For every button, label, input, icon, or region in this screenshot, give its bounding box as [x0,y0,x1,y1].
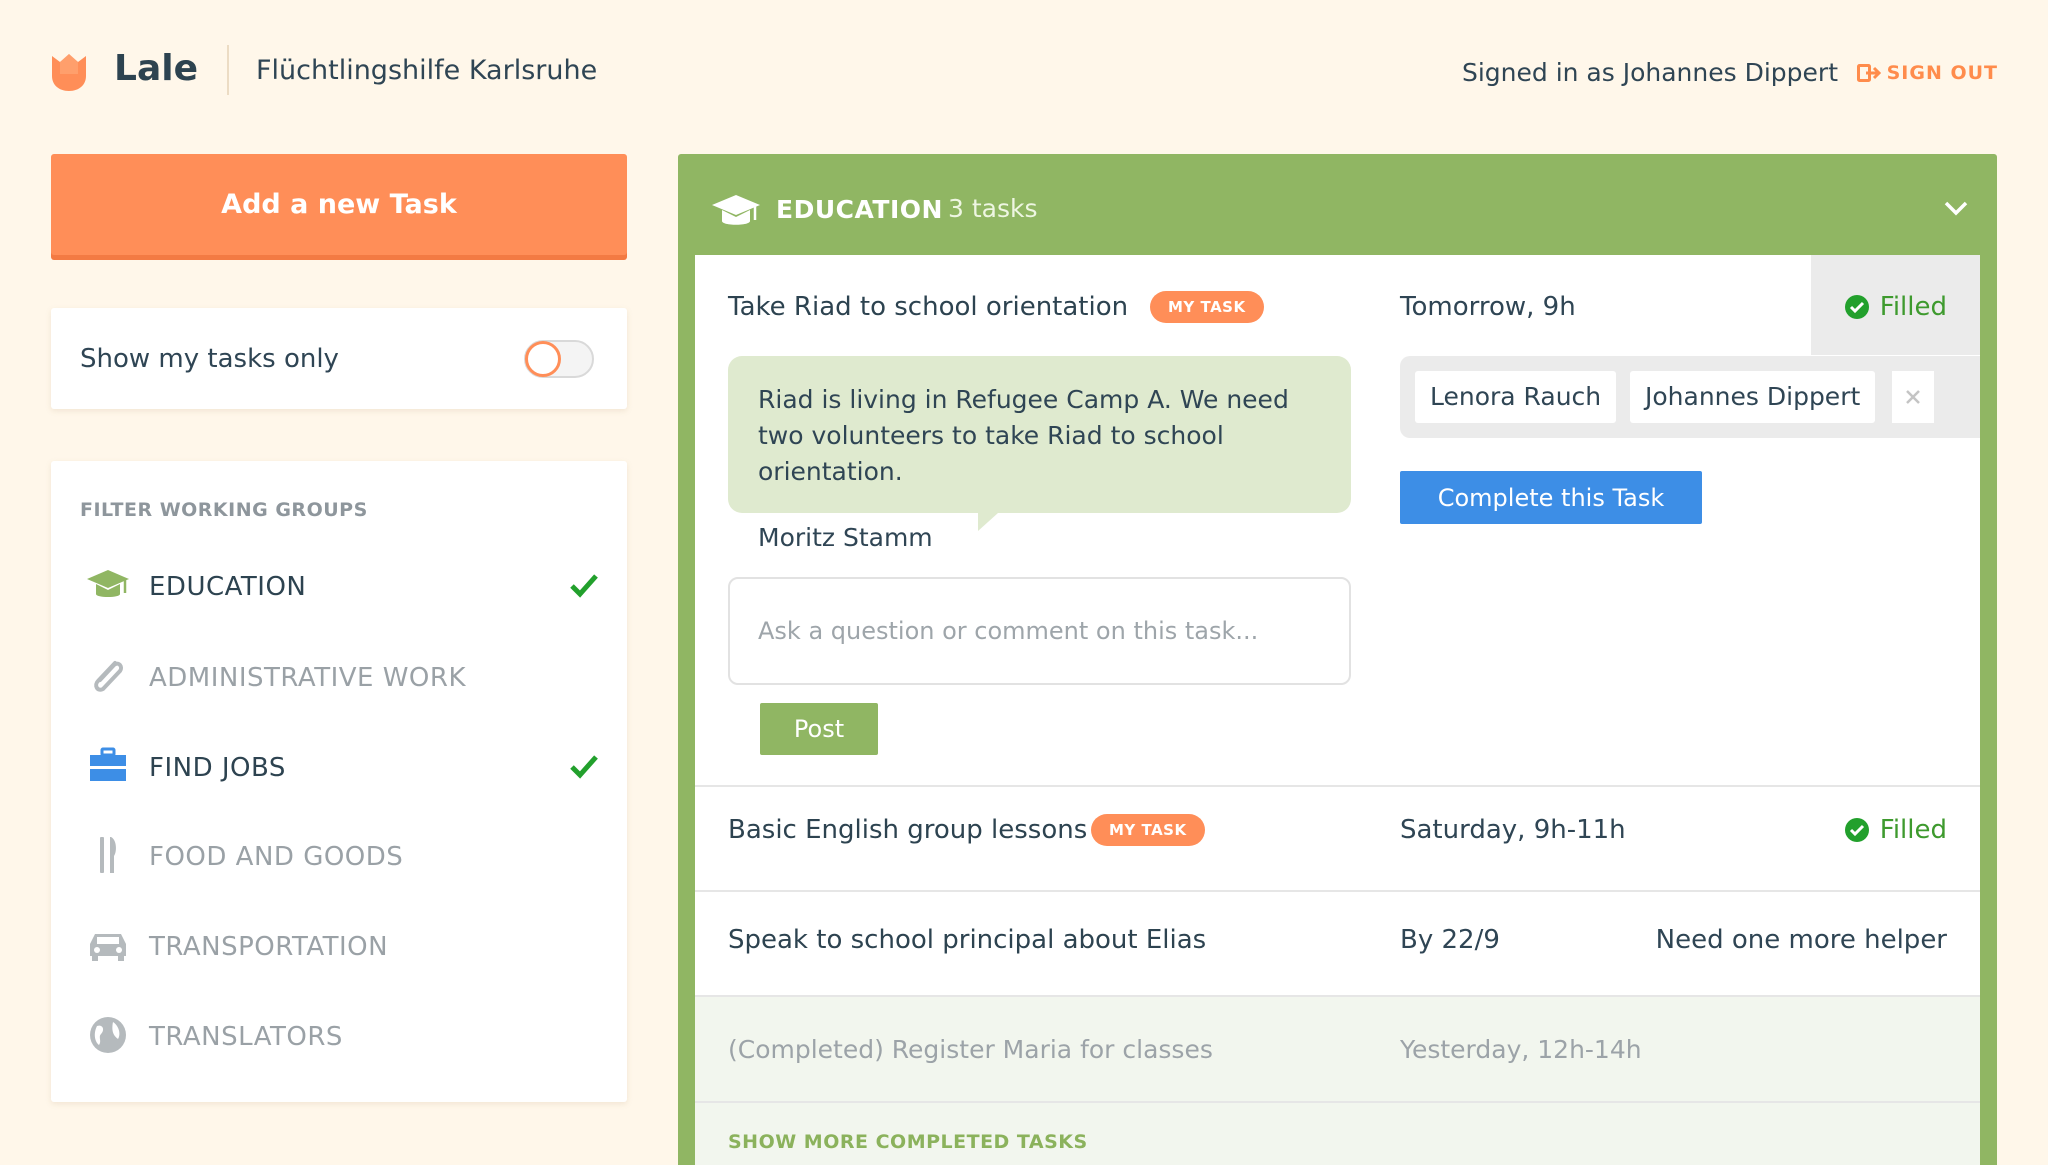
sign-out-label: SIGN OUT [1886,62,1998,84]
group-filter-education[interactable]: EDUCATION [51,550,627,620]
app-header: Lale Flüchtlingshilfe Karlsruhe Signed i… [0,0,2048,145]
working-groups-filter: FILTER WORKING GROUPS EDUCATION ADMINIST… [51,461,627,1102]
group-filter-translators[interactable]: TRANSLATORS [51,1000,627,1070]
group-label: EDUCATION [149,572,307,602]
task-list: Take Riad to school orientation MY TASK … [695,255,1980,1165]
task-count: 3 tasks [948,194,1038,223]
paperclip-icon [94,661,124,692]
status-need-helper: Need one more helper [1656,925,1947,955]
toggle-knob [525,341,561,377]
checkmark-icon [570,574,598,598]
bubble-tail [978,513,998,531]
helper-chip: Lenora Rauch [1415,371,1617,423]
sign-out-icon [1856,64,1881,82]
task-date: By 22/9 [1400,925,1500,955]
comment-input[interactable] [728,577,1351,685]
status-label: Filled [1879,292,1947,322]
add-task-button[interactable]: Add a new Task [51,154,627,255]
my-task-badge: MY TASK [1150,291,1264,323]
check-circle-icon [1844,295,1869,319]
group-label: TRANSLATORS [149,1022,343,1052]
graduation-cap-icon [87,570,129,597]
task-title[interactable]: Take Riad to school orientation [728,292,1128,322]
task-item[interactable]: Speak to school principal about Elias By… [695,892,1980,997]
post-comment-button[interactable]: Post [760,703,878,755]
group-filter-food-and-goods[interactable]: FOOD AND GOODS [51,820,627,890]
my-task-badge: MY TASK [1091,814,1205,846]
complete-task-button[interactable]: Complete this Task [1400,471,1702,524]
chevron-down-icon[interactable] [1943,198,1969,218]
sign-out-link[interactable]: SIGN OUT [1856,62,1998,84]
group-filter-administrative-work[interactable]: ADMINISTRATIVE WORK [51,641,627,711]
task-item-expanded: Take Riad to school orientation MY TASK … [695,255,1980,787]
briefcase-icon [90,747,126,781]
group-label: FOOD AND GOODS [149,842,404,872]
filter-title: FILTER WORKING GROUPS [80,499,368,521]
task-title: Basic English group lessons [728,815,1088,845]
organization-name: Flüchtlingshilfe Karlsruhe [256,55,598,86]
my-tasks-toggle-label: Show my tasks only [80,344,339,374]
graduation-cap-icon [712,195,760,225]
task-description-bubble: Riad is living in Refugee Camp A. We nee… [728,356,1351,531]
close-icon [1906,390,1920,404]
fork-knife-icon [100,837,116,873]
my-tasks-toggle[interactable] [524,340,594,378]
car-icon [90,934,126,961]
panel-title: EDUCATION [776,195,943,224]
status-filled: Filled [1844,292,1947,322]
signed-in-user: Signed in as Johannes Dippert [1461,58,1838,87]
task-description: Riad is living in Refugee Camp A. We nee… [758,385,1289,486]
helper-chip: Johannes Dippert [1630,371,1876,423]
check-circle-icon [1844,818,1869,842]
header-divider [227,45,229,95]
education-task-panel: EDUCATION 3 tasks Take Riad to school or… [678,154,1997,1165]
task-item[interactable]: Basic English group lessons MY TASK Satu… [695,787,1980,892]
group-label: ADMINISTRATIVE WORK [149,663,467,693]
status-label: Need one more helper [1655,925,1947,955]
task-date: Saturday, 9h-11h [1400,815,1626,845]
app-name[interactable]: Lale [114,48,198,89]
tulip-logo-icon [52,54,86,91]
task-author: Moritz Stamm [758,523,933,552]
globe-icon [90,1017,126,1053]
group-label: FIND JOBS [149,753,286,783]
my-tasks-filter-card: Show my tasks only [51,308,627,409]
status-filled: Filled [1844,815,1947,845]
group-label: TRANSPORTATION [149,932,389,962]
group-filter-transportation[interactable]: TRANSPORTATION [51,910,627,980]
task-date: Tomorrow, 9h [1400,292,1576,322]
status-label: Filled [1879,815,1947,845]
helpers-list: Lenora Rauch Johannes Dippert [1400,356,1980,438]
completed-task-date: Yesterday, 12h-14h [1400,1035,1642,1064]
completed-task-item[interactable]: (Completed) Register Maria for classes Y… [695,997,1980,1103]
group-filter-find-jobs[interactable]: FIND JOBS [51,731,627,801]
show-more-completed-link[interactable]: SHOW MORE COMPLETED TASKS [728,1131,1088,1153]
checkmark-icon [570,755,598,779]
task-title: Speak to school principal about Elias [728,925,1207,955]
remove-helper-button[interactable] [1890,371,1934,423]
completed-task-title: (Completed) Register Maria for classes [728,1035,1213,1064]
